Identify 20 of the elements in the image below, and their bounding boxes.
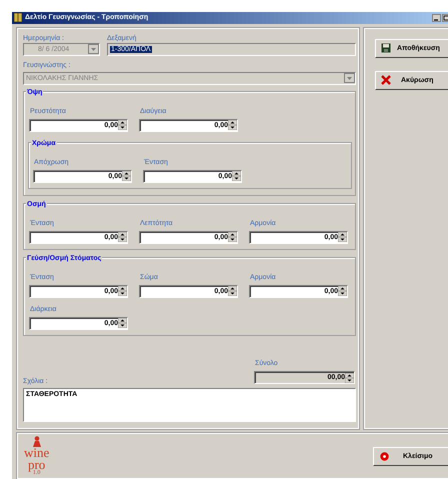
app-icon bbox=[14, 13, 22, 22]
spin-buttons[interactable] bbox=[228, 120, 237, 130]
glass-figure-icon bbox=[32, 436, 42, 448]
spin-buttons[interactable] bbox=[338, 232, 347, 242]
stop-icon bbox=[380, 452, 389, 461]
minimize-icon[interactable] bbox=[432, 14, 441, 22]
spin-buttons[interactable] bbox=[228, 232, 237, 242]
spin-buttons[interactable] bbox=[338, 286, 347, 296]
spin-buttons[interactable] bbox=[122, 171, 131, 182]
logo-text: wine bbox=[24, 447, 50, 459]
spin-buttons[interactable] bbox=[345, 372, 354, 383]
spin-buttons[interactable] bbox=[232, 171, 241, 182]
spin-buttons[interactable] bbox=[118, 318, 127, 328]
spin-buttons[interactable] bbox=[118, 232, 127, 242]
x-icon bbox=[381, 75, 391, 86]
maximize-icon[interactable] bbox=[442, 14, 448, 22]
logo-text: pro bbox=[28, 456, 46, 472]
spin-buttons[interactable] bbox=[118, 286, 127, 296]
spin-buttons[interactable] bbox=[118, 120, 127, 130]
spin-buttons[interactable] bbox=[228, 286, 237, 296]
